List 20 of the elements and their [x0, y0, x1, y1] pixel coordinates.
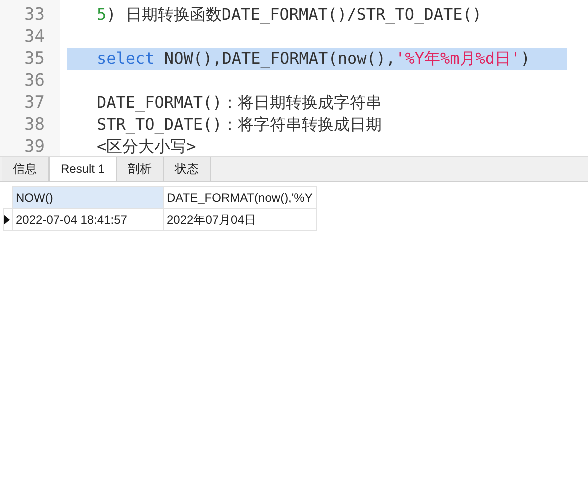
result-tab[interactable]: 信息: [2, 157, 49, 181]
line-number: 34: [24, 26, 46, 48]
result-tab[interactable]: 状态: [164, 157, 212, 181]
line-number: 37: [24, 92, 46, 114]
line-number: 36: [24, 70, 46, 92]
code-line: DATE_FORMAT()：将日期转换成字符串: [97, 93, 382, 112]
code-line: 5) 日期转换函数DATE_FORMAT()/STR_TO_DATE(): [97, 5, 482, 24]
line-number: 33: [24, 4, 46, 26]
result-tab[interactable]: 剖析: [117, 157, 164, 181]
code-line: STR_TO_DATE()：将字符串转换成日期: [97, 115, 382, 134]
column-header[interactable]: NOW(): [12, 186, 164, 208]
table-cell: 2022年07月04日: [164, 208, 316, 230]
line-number: 35: [24, 48, 46, 70]
line-number: 38: [24, 114, 46, 136]
column-header[interactable]: DATE_FORMAT(now(),'%Y: [164, 186, 316, 208]
code-line: <区分大小写>: [97, 137, 196, 156]
table-cell: 2022-07-04 18:41:57: [12, 208, 164, 230]
line-number: 39: [24, 136, 46, 156]
result-tab[interactable]: Result 1: [49, 157, 118, 181]
code-line: select NOW(),DATE_FORMAT(now(),'%Y年%m月%d日'): [97, 49, 530, 68]
